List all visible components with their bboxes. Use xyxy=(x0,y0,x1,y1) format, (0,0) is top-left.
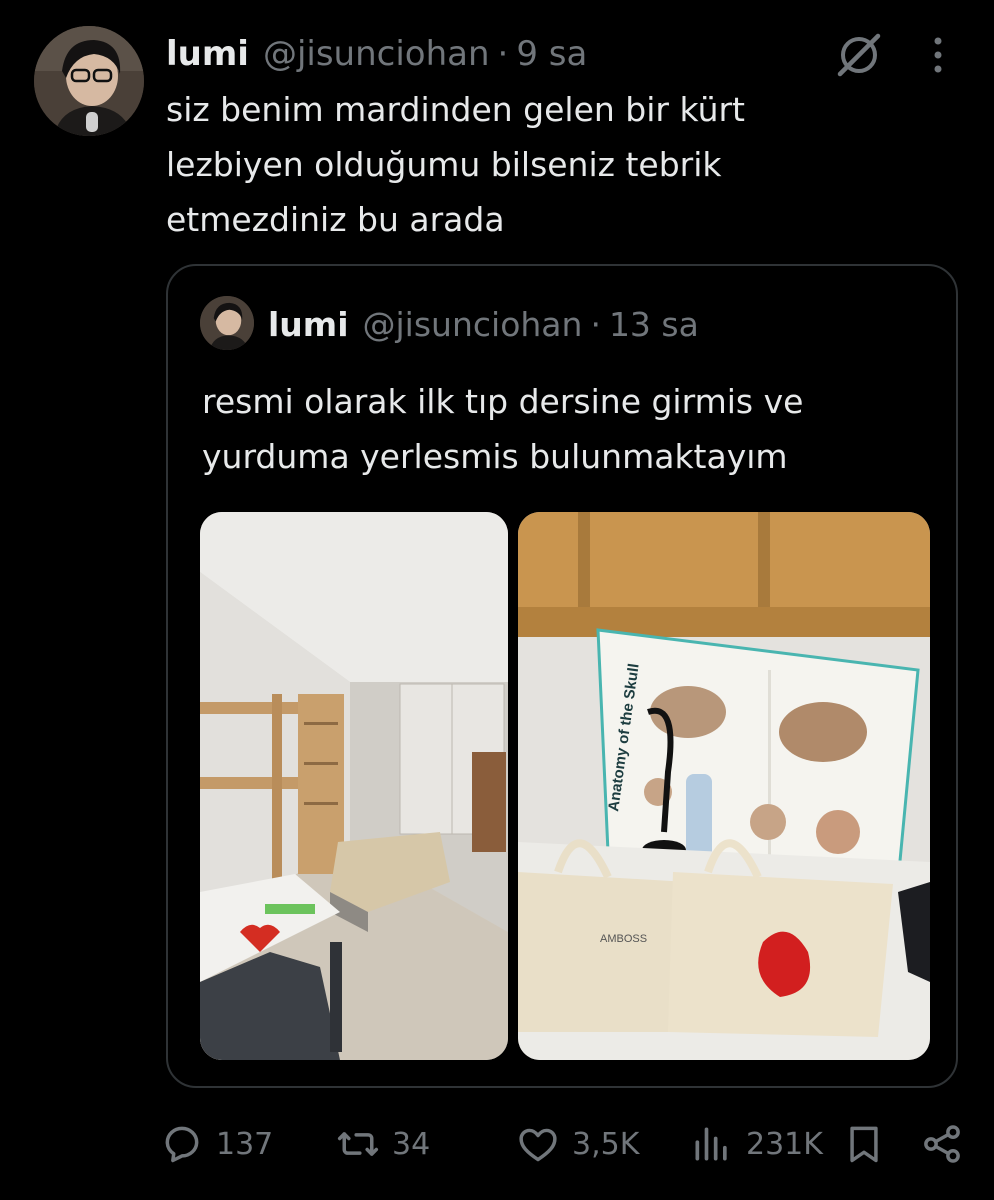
like-icon xyxy=(519,1128,557,1162)
retweet-button[interactable]: 34 xyxy=(336,1116,430,1172)
tweet: lumi @jisunciohan · 9 sa siz benim mardi… xyxy=(0,0,994,1200)
more-dots-icon[interactable] xyxy=(920,32,956,78)
share-icon xyxy=(924,1125,960,1163)
like-count: 3,5K xyxy=(572,1126,640,1162)
views-button[interactable]: 231K xyxy=(690,1116,823,1172)
quoted-tweet[interactable]: lumi @jisunciohan · 13 sa resmi olarak i… xyxy=(166,264,958,1088)
retweet-count: 34 xyxy=(392,1126,431,1162)
bookmark-icon xyxy=(850,1126,878,1163)
tweet-header: lumi @jisunciohan · 9 sa xyxy=(166,30,587,78)
author-name[interactable]: lumi xyxy=(166,34,249,74)
action-bar: 137 34 3,5K 231K xyxy=(160,1116,970,1172)
bookmark-button[interactable] xyxy=(842,1116,898,1172)
quote-header: lumi @jisunciohan · 13 sa xyxy=(268,302,699,346)
dorm-room-photo[interactable] xyxy=(200,512,508,1060)
avatar[interactable] xyxy=(34,26,144,136)
timestamp[interactable]: 9 sa xyxy=(516,34,587,74)
quote-timestamp[interactable]: 13 sa xyxy=(609,305,699,344)
media-grid: Anatomy of the Skull AMBOSS xyxy=(200,512,930,1060)
author-handle[interactable]: @jisunciohan xyxy=(263,34,490,74)
grok-icon[interactable] xyxy=(834,30,884,80)
quote-author-handle[interactable]: @jisunciohan xyxy=(363,305,583,344)
separator: · xyxy=(497,34,509,74)
retweet-icon xyxy=(337,1132,379,1156)
reply-button[interactable]: 137 xyxy=(160,1116,273,1172)
views-icon xyxy=(695,1127,727,1161)
quote-separator: · xyxy=(590,304,601,344)
reply-count: 137 xyxy=(216,1126,274,1162)
bag-brand: AMBOSS xyxy=(600,933,647,945)
quote-avatar[interactable] xyxy=(200,296,254,350)
views-count: 231K xyxy=(746,1126,823,1162)
desk-anatomy-poster-photo[interactable]: Anatomy of the Skull AMBOSS xyxy=(518,512,930,1060)
quote-author-name[interactable]: lumi xyxy=(268,305,349,344)
tweet-text: siz benim mardinden gelen bir kürt lezbi… xyxy=(166,90,745,239)
quote-text: resmi olarak ilk tıp dersine girmis ve y… xyxy=(202,382,804,476)
reply-icon xyxy=(165,1126,199,1163)
share-button[interactable] xyxy=(920,1116,976,1172)
like-button[interactable]: 3,5K xyxy=(516,1116,639,1172)
